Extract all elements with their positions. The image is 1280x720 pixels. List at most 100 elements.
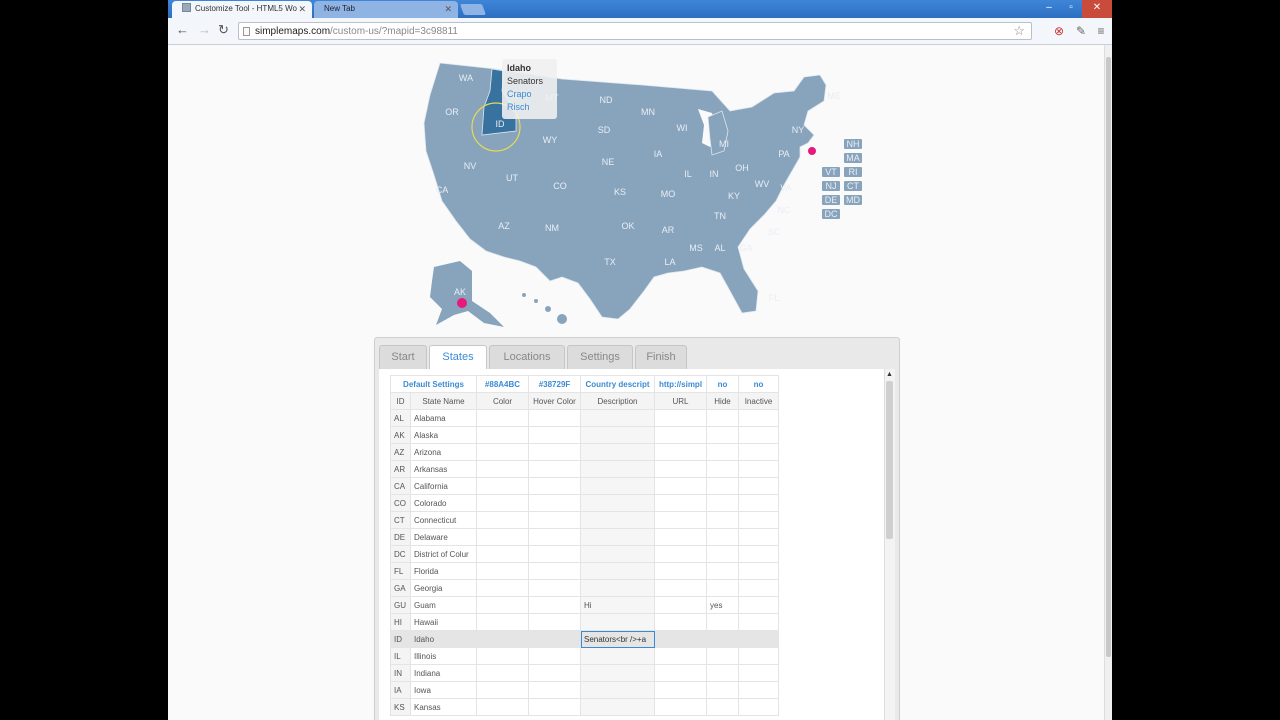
maximize-icon[interactable]: ▫: [1060, 0, 1082, 18]
hide-cell[interactable]: [706, 409, 739, 427]
reload-icon[interactable]: ↻: [218, 22, 229, 38]
state-name-cell[interactable]: Arkansas: [410, 460, 477, 478]
table-row[interactable]: KS Kansas: [390, 698, 779, 716]
hover-color-cell[interactable]: [528, 545, 581, 563]
state-name-cell[interactable]: Idaho: [410, 630, 477, 648]
extension-icon[interactable]: ⊗: [1052, 24, 1066, 38]
state-id-cell[interactable]: AK: [390, 426, 411, 444]
hover-color-cell[interactable]: [528, 511, 581, 529]
tab-finish[interactable]: Finish: [635, 345, 687, 369]
state-id-cell[interactable]: KS: [390, 698, 411, 716]
inactive-cell[interactable]: [738, 630, 779, 648]
color-cell[interactable]: [476, 443, 529, 461]
hover-color-cell[interactable]: [528, 494, 581, 512]
page-scrollbar[interactable]: [1104, 45, 1112, 720]
state-id-cell[interactable]: IA: [390, 681, 411, 699]
url-cell[interactable]: [654, 681, 707, 699]
table-row[interactable]: ID Idaho Senators<br />+a: [390, 630, 779, 648]
address-bar[interactable]: simplemaps.com/custom-us/?mapid=3c98811 …: [238, 22, 1032, 40]
description-cell[interactable]: [580, 443, 655, 461]
hover-color-cell[interactable]: [528, 477, 581, 495]
url-cell[interactable]: [654, 409, 707, 427]
table-row[interactable]: FL Florida: [390, 562, 779, 580]
hide-cell[interactable]: [706, 443, 739, 461]
state-id-cell[interactable]: IN: [390, 664, 411, 682]
color-cell[interactable]: [476, 664, 529, 682]
description-cell[interactable]: [580, 426, 655, 444]
inactive-cell[interactable]: [738, 664, 779, 682]
table-row[interactable]: CO Colorado: [390, 494, 779, 512]
state-name-cell[interactable]: California: [410, 477, 477, 495]
description-cell[interactable]: [580, 681, 655, 699]
inactive-cell[interactable]: [738, 494, 779, 512]
state-id-cell[interactable]: CT: [390, 511, 411, 529]
state-id-cell[interactable]: AR: [390, 460, 411, 478]
state-name-cell[interactable]: Iowa: [410, 681, 477, 699]
table-row[interactable]: CT Connecticut: [390, 511, 779, 529]
hide-cell[interactable]: [706, 613, 739, 631]
defaults-cell[interactable]: Country descript: [580, 375, 655, 393]
table-row[interactable]: HI Hawaii: [390, 613, 779, 631]
url-cell[interactable]: [654, 596, 707, 614]
url-cell[interactable]: [654, 460, 707, 478]
inactive-cell[interactable]: [738, 477, 779, 495]
url-cell[interactable]: [654, 647, 707, 665]
url-cell[interactable]: [654, 426, 707, 444]
menu-icon[interactable]: ≡: [1094, 24, 1108, 38]
inactive-cell[interactable]: [738, 460, 779, 478]
hover-color-cell[interactable]: [528, 562, 581, 580]
url-cell[interactable]: [654, 698, 707, 716]
table-row[interactable]: DE Delaware: [390, 528, 779, 546]
hide-cell[interactable]: [706, 562, 739, 580]
state-name-cell[interactable]: Colorado: [410, 494, 477, 512]
hover-color-cell[interactable]: [528, 596, 581, 614]
inactive-cell[interactable]: [738, 511, 779, 529]
inactive-cell[interactable]: [738, 562, 779, 580]
state-id-cell[interactable]: FL: [390, 562, 411, 580]
description-cell[interactable]: [580, 511, 655, 529]
sheet-scrollbar[interactable]: ▲: [884, 369, 895, 720]
hide-cell[interactable]: [706, 477, 739, 495]
state-name-cell[interactable]: Hawaii: [410, 613, 477, 631]
inactive-cell[interactable]: [738, 545, 779, 563]
hover-color-cell[interactable]: [528, 443, 581, 461]
state-name-cell[interactable]: Georgia: [410, 579, 477, 597]
table-row[interactable]: GA Georgia: [390, 579, 779, 597]
scroll-up-icon[interactable]: ▲: [886, 371, 893, 378]
color-cell[interactable]: [476, 477, 529, 495]
state-id-cell[interactable]: IL: [390, 647, 411, 665]
inactive-cell[interactable]: [738, 443, 779, 461]
url-cell[interactable]: [654, 443, 707, 461]
state-id-cell[interactable]: DE: [390, 528, 411, 546]
state-name-cell[interactable]: Florida: [410, 562, 477, 580]
bookmark-star-icon[interactable]: ☆: [1013, 23, 1025, 39]
state-name-cell[interactable]: Illinois: [410, 647, 477, 665]
url-cell[interactable]: [654, 613, 707, 631]
inactive-cell[interactable]: [738, 426, 779, 444]
state-id-cell[interactable]: AZ: [390, 443, 411, 461]
hover-color-cell[interactable]: [528, 528, 581, 546]
description-cell[interactable]: [580, 647, 655, 665]
inactive-cell[interactable]: [738, 681, 779, 699]
table-row[interactable]: AR Arkansas: [390, 460, 779, 478]
hide-cell[interactable]: [706, 681, 739, 699]
hover-color-cell[interactable]: [528, 647, 581, 665]
table-row[interactable]: DC District of Colur: [390, 545, 779, 563]
description-cell[interactable]: [580, 579, 655, 597]
state-name-cell[interactable]: Guam: [410, 596, 477, 614]
description-cell[interactable]: [580, 477, 655, 495]
tab-start[interactable]: Start: [379, 345, 427, 369]
color-cell[interactable]: [476, 681, 529, 699]
state-id-cell[interactable]: AL: [390, 409, 411, 427]
state-name-cell[interactable]: Indiana: [410, 664, 477, 682]
table-row[interactable]: IN Indiana: [390, 664, 779, 682]
hover-color-cell[interactable]: [528, 426, 581, 444]
url-cell[interactable]: [654, 664, 707, 682]
hide-cell[interactable]: [706, 545, 739, 563]
description-cell[interactable]: [580, 545, 655, 563]
inactive-cell[interactable]: [738, 698, 779, 716]
tab-locations[interactable]: Locations: [489, 345, 565, 369]
color-cell[interactable]: [476, 545, 529, 563]
table-row[interactable]: IL Illinois: [390, 647, 779, 665]
color-cell[interactable]: [476, 460, 529, 478]
